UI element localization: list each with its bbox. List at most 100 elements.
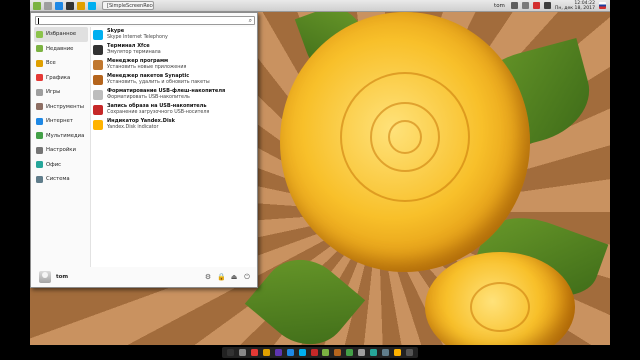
yellow-rose [280, 12, 530, 272]
browser-dock-icon[interactable] [286, 349, 294, 356]
top-panel: [SimpleScreenRecorder] tom 12:04:22 Пн, … [30, 0, 610, 12]
office-dock-icon[interactable] [369, 349, 377, 356]
tools-icon [36, 103, 43, 111]
category-settings[interactable]: Настройки [34, 143, 88, 158]
calc-dock-icon[interactable] [346, 349, 354, 356]
favorites-icon [36, 30, 43, 38]
record-dock-icon[interactable] [251, 349, 259, 356]
browser-launcher-icon[interactable] [55, 1, 63, 10]
text-cursor [38, 18, 39, 24]
skype-dock-icon[interactable] [298, 349, 306, 356]
app-description: Yandex.Disk indicator [107, 124, 159, 130]
show-desktop-icon[interactable] [44, 1, 52, 10]
category-label: Настройки [46, 147, 76, 154]
software-dock-icon[interactable] [322, 349, 330, 356]
terminal-launcher-icon[interactable] [66, 1, 74, 10]
skype-icon [93, 29, 103, 40]
app-item[interactable]: Терминал Xfce Эмулятор терминала [91, 42, 256, 57]
system-dock-icon[interactable] [381, 349, 389, 356]
multimedia-icon [36, 132, 43, 140]
system-icon [36, 175, 43, 183]
category-label: Графика [46, 74, 71, 81]
category-multimedia[interactable]: Мультимедиа [34, 129, 88, 144]
app-description: Форматировать USB-накопитель [107, 94, 190, 100]
category-label: Мультимедиа [46, 132, 85, 139]
category-internet[interactable]: Интернет [34, 114, 88, 129]
category-label: Инструменты [46, 103, 84, 110]
system-tray: tom 12:04:22 Пн, дек 18, 2017 [494, 0, 610, 12]
network-icon[interactable] [510, 2, 518, 9]
settings-icon [36, 146, 43, 154]
category-label: Игры [46, 89, 61, 96]
trash-dock-icon[interactable] [405, 349, 413, 356]
leaf [244, 242, 366, 345]
logout-icon[interactable]: ⏏ [230, 273, 238, 281]
synaptic-dock-icon[interactable] [334, 349, 342, 356]
usb-dock-icon[interactable] [310, 349, 318, 356]
settings-icon[interactable]: ⚙ [204, 273, 212, 281]
app-item[interactable]: Запись образа на USB-накопитель Сохранени… [91, 102, 256, 117]
app-description: Эмулятор терминала [107, 49, 161, 55]
session-actions: ⚙ 🔒 ⏏ ⏻ [199, 273, 251, 281]
app-description: Skype Internet Telephony [107, 34, 168, 40]
category-list: Избранное Недавние Все Графика Игры Инструмен… [34, 27, 88, 187]
clock-date: Пн, дек 18, 2017 [554, 5, 595, 11]
games-icon [36, 88, 43, 96]
volume-icon[interactable] [521, 2, 529, 9]
application-list: Skype Skype Internet Telephony Терминал Xf… [90, 27, 256, 267]
app-description: Установить новые приложения [107, 64, 187, 70]
bottom-dock [222, 347, 418, 358]
language-flag-icon[interactable] [599, 2, 606, 9]
internet-icon [36, 117, 43, 125]
app-item[interactable]: Менеджер программ Установить новые прилож… [91, 57, 256, 72]
taskbar-window-button[interactable]: [SimpleScreenRecorder] [102, 1, 154, 10]
graphics-icon [36, 74, 43, 82]
lock-screen-icon[interactable]: 🔒 [217, 273, 226, 281]
panel-username[interactable]: tom [494, 3, 505, 9]
terminal-dock-icon[interactable] [227, 349, 235, 356]
category-label: Избранное [46, 31, 77, 38]
files-dock-icon[interactable] [239, 349, 247, 356]
category-label: Все [46, 60, 56, 67]
power-icon[interactable]: ⏻ [243, 273, 251, 281]
app-item[interactable]: Skype Skype Internet Telephony [91, 27, 256, 42]
usb-format-icon [93, 89, 103, 100]
category-games[interactable]: Игры [34, 85, 88, 100]
folder-dock-icon[interactable] [263, 349, 271, 356]
app-item[interactable]: Форматирование USB-флеш-накопителя Формат… [91, 87, 256, 102]
app-item[interactable]: Индикатор Yandex.Disk Yandex.Disk indicat… [91, 117, 256, 132]
synaptic-icon [93, 74, 103, 85]
category-label: Интернет [46, 118, 73, 125]
yandex-dock-icon[interactable] [393, 349, 401, 356]
category-label: Офис [46, 161, 62, 168]
usb-writer-icon [93, 104, 103, 115]
app-description: Установить, удалить и обновить пакеты [107, 79, 210, 85]
category-all[interactable]: Все [34, 56, 88, 71]
search-icon[interactable]: ⌕ [249, 18, 252, 24]
search-input[interactable]: ⌕ [35, 16, 255, 25]
all-icon [36, 59, 43, 67]
category-favorites[interactable]: Избранное [34, 27, 88, 42]
recent-icon [36, 45, 43, 53]
menu-username: tom [56, 274, 69, 280]
files-launcher-icon[interactable] [77, 1, 85, 10]
application-menu: ⌕ Избранное Недавние Все Графика Игры Инструм… [30, 12, 258, 288]
category-graphics[interactable]: Графика [34, 71, 88, 86]
menu-footer: tom ⚙ 🔒 ⏏ ⏻ [31, 267, 257, 287]
media-dock-icon[interactable] [274, 349, 282, 356]
category-system[interactable]: Система [34, 172, 88, 187]
clock[interactable]: 12:04:22 Пн, дек 18, 2017 [555, 1, 595, 11]
app-description: Сохранение загрузочного USB-носителя [107, 109, 210, 115]
office-icon [36, 161, 43, 169]
category-recent[interactable]: Недавние [34, 42, 88, 57]
category-label: Система [46, 176, 70, 183]
category-tools[interactable]: Инструменты [34, 100, 88, 115]
menu-launcher-icon[interactable] [33, 1, 41, 10]
category-office[interactable]: Офис [34, 158, 88, 173]
record-icon[interactable] [532, 2, 540, 9]
skype-launcher-icon[interactable] [88, 1, 96, 10]
text-editor-dock-icon[interactable] [358, 349, 366, 356]
keyboard-layout-icon[interactable] [543, 2, 551, 9]
user-avatar [39, 271, 51, 283]
app-item[interactable]: Менеджер пакетов Synaptic Установить, уда… [91, 72, 256, 87]
